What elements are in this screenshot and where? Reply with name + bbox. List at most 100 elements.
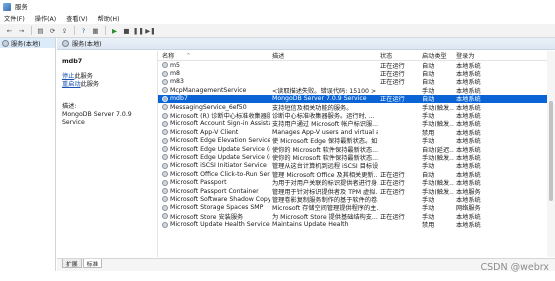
service-name-cell: Microsoft Edge Update Service (ed... [158, 146, 270, 153]
service-name-cell: Microsoft (R) 诊断中心标准收集器服务 [158, 111, 270, 120]
service-name: Microsoft Edge Update Service (ed... [170, 153, 270, 161]
back-icon[interactable]: ← [4, 26, 15, 36]
service-description-cell: <读取描述失败。错误代码: 15100 > [272, 87, 377, 95]
menu-file[interactable]: 文件(F) [4, 14, 25, 23]
service-description-cell: 为 Microsoft Store 提供基础结构支... [272, 213, 378, 221]
toolbar-separator [31, 26, 32, 35]
menu-action[interactable]: 操作(A) [35, 14, 56, 23]
column-header-description[interactable]: 描述 [270, 51, 378, 60]
service-name: Microsoft Software Shadow Copy P... [170, 195, 270, 203]
forward-icon[interactable]: → [16, 26, 27, 36]
service-name-cell: mdb7 [158, 95, 270, 102]
table-row[interactable]: Microsoft Update Health Service Maintains… [158, 220, 555, 230]
service-name: Microsoft (R) 诊断中心标准收集器服务 [170, 113, 270, 121]
service-logon-as-cell: 本地系统 [456, 222, 481, 230]
column-header-logon-as[interactable]: 登录为 [454, 51, 524, 60]
services-list: 名称 ^ 描述 状态 启动类型 登录为 m5 正在运行 自动 本地系统 m8 正在运行 自动本… [157, 51, 555, 257]
service-gear-icon [162, 213, 168, 220]
stop-service-suffix: 此服务 [74, 73, 93, 80]
restart-service-icon[interactable]: ▶❚ [145, 26, 156, 36]
service-name: MessagingService_6ef50 [170, 103, 247, 111]
column-header-status[interactable]: 状态 [378, 51, 420, 60]
scrollbar-thumb[interactable] [549, 101, 553, 201]
service-name: Microsoft Store 安装服务 [170, 213, 244, 221]
selected-service-name: mdb7 [62, 57, 83, 65]
service-description-cell: Maintains Update Health [272, 221, 349, 229]
service-name: m5 [170, 61, 180, 69]
watermark: CSDN @webrx [480, 262, 549, 273]
status-strip [0, 271, 555, 281]
export-icon[interactable]: ⇪ [59, 26, 70, 36]
menu-bar: 文件(F) 操作(A) 查看(V) 帮助(H) [0, 13, 555, 24]
service-status-cell: 正在运行 [380, 96, 405, 104]
service-status-cell: 正在运行 [380, 188, 405, 196]
service-name-cell: Microsoft Passport Container [158, 188, 270, 195]
service-name-cell: Microsoft Storage Spaces SMP [158, 204, 270, 211]
service-name-cell: McpManagementService [158, 87, 270, 94]
services-app-icon [3, 2, 11, 11]
show-tree-icon[interactable]: ▤ [35, 26, 46, 36]
sort-asc-icon: ^ [186, 52, 191, 59]
service-name: Microsoft Edge Update Service (ed... [170, 145, 270, 153]
panel-header-title: 服务(本地) [72, 41, 102, 48]
service-gear-icon [162, 129, 168, 136]
gear-icon [2, 39, 9, 47]
service-name-cell: Microsoft iSCSI Initiator Service [158, 162, 270, 169]
start-service-icon[interactable]: ▶ [109, 26, 120, 36]
service-name: Microsoft Update Health Service [170, 221, 270, 229]
restart-service-link[interactable]: 重启动 [62, 81, 81, 89]
service-gear-icon [162, 104, 168, 111]
service-startup-type-cell: 禁用 [422, 222, 435, 230]
service-name: Microsoft Office Click-to-Run Service [170, 170, 270, 178]
description-text: MongoDB Server 7.0.9 Service [62, 111, 132, 126]
service-name-cell: m83 [158, 78, 270, 85]
service-name-cell: Microsoft Edge Elevation Service (... [158, 137, 270, 144]
pause-service-icon[interactable]: ❚❚ [133, 26, 144, 36]
console-tree: 服务(本地) [0, 38, 56, 271]
service-gear-icon [162, 162, 168, 169]
service-name: Microsoft Account Sign-in Assistant [170, 120, 270, 128]
service-gear-icon [162, 196, 168, 203]
service-gear-icon [162, 154, 168, 161]
service-name-cell: m8 [158, 70, 270, 77]
service-name: Microsoft iSCSI Initiator Service [170, 162, 267, 170]
column-header-row: 名称 ^ 描述 状态 启动类型 登录为 [158, 51, 555, 61]
tab-extended[interactable]: 扩展 [62, 259, 82, 268]
service-name-cell: Microsoft Account Sign-in Assistant [158, 120, 270, 127]
services-list-body: m5 正在运行 自动 本地系统 m8 正在运行 自动 本地系统 m83 正在运行 自动 本地系统 Mcp… [158, 61, 555, 229]
toolbar-separator [74, 26, 75, 35]
tree-item-services-local[interactable]: 服务(本地) [0, 38, 55, 48]
stop-service-link[interactable]: 停止 [62, 73, 74, 81]
description-label: 描述: [62, 103, 77, 110]
service-gear-icon [162, 204, 168, 211]
toolbar: ← → ▤ ⟳ ⇪ ? ▦ ▶ ■ ❚❚ ▶❚ [0, 24, 555, 38]
service-gear-icon [162, 171, 168, 178]
tab-standard[interactable]: 标准 [82, 259, 103, 268]
stop-service-icon[interactable]: ■ [121, 26, 132, 36]
tree-item-label: 服务(本地) [11, 40, 41, 48]
service-gear-icon [162, 179, 168, 186]
help-icon[interactable]: ? [78, 26, 89, 36]
panel-header: 服务(本地) [57, 38, 555, 50]
service-gear-icon [162, 95, 168, 102]
column-header-name[interactable]: 名称 ^ [158, 51, 270, 61]
service-gear-icon [162, 120, 168, 127]
service-description-cell: MongoDB Server 7.0.9 Service [272, 95, 367, 103]
title-bar: 服务 [0, 0, 555, 13]
service-gear-icon [162, 221, 168, 228]
service-gear-icon [162, 87, 168, 94]
menu-help[interactable]: 帮助(H) [98, 14, 120, 23]
vertical-scrollbar[interactable] [547, 51, 555, 257]
refresh-icon[interactable]: ⟳ [47, 26, 58, 36]
stop-service-row: 停止 此服务 [62, 73, 152, 81]
service-name-cell: Microsoft App-V Client [158, 129, 270, 136]
service-gear-icon [162, 137, 168, 144]
restart-service-suffix: 此服务 [80, 81, 100, 88]
properties-icon[interactable]: ▦ [90, 26, 101, 36]
service-gear-icon [162, 188, 168, 195]
service-name-cell: Microsoft Edge Update Service (ed... [158, 154, 270, 161]
service-name: Microsoft Storage Spaces SMP [170, 204, 264, 212]
column-header-startup-type[interactable]: 启动类型 [420, 51, 454, 60]
service-name: Microsoft Passport [170, 179, 227, 187]
menu-view[interactable]: 查看(V) [66, 14, 87, 23]
